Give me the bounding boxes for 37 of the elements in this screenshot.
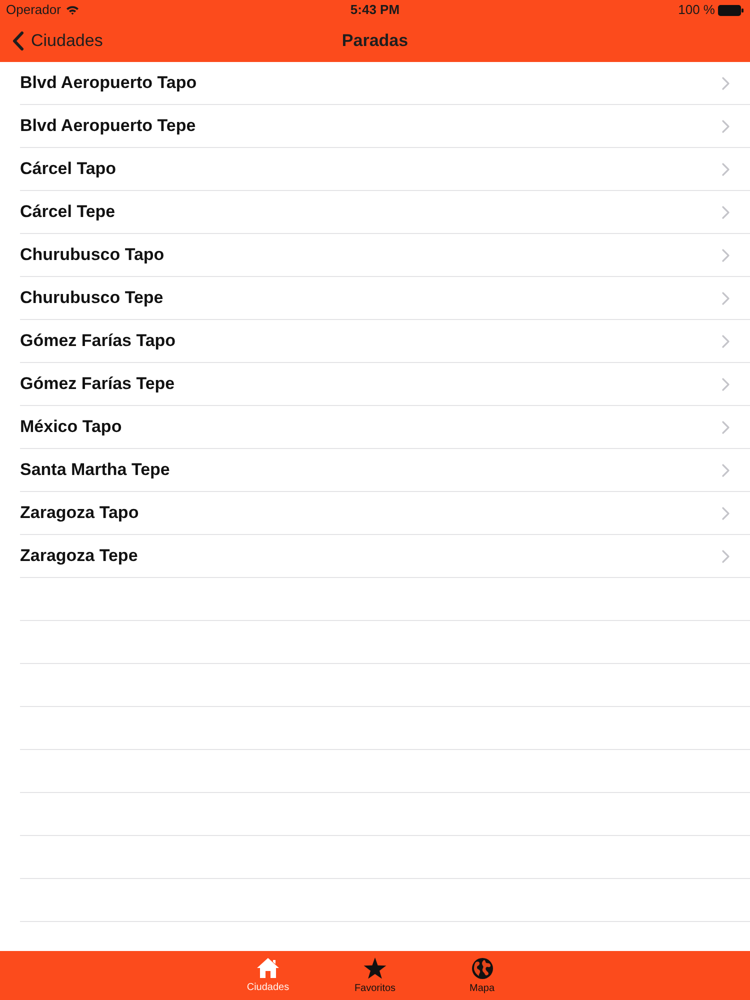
house-icon [256,957,280,979]
status-time: 5:43 PM [350,1,400,20]
stop-list-item[interactable]: Zaragoza Tepe [20,535,750,578]
carrier-name: Operador [6,1,61,20]
stop-list-item[interactable]: Santa Martha Tepe [20,449,750,492]
screen-title: Paradas [342,30,408,52]
chevron-right-icon [722,420,730,434]
chevron-right-icon [722,248,730,262]
chevron-right-icon [722,76,730,90]
wifi-icon [66,5,79,15]
stop-list-item[interactable]: Cárcel Tepe [20,191,750,234]
tab-bar-item[interactable]: Favoritos [322,951,428,1000]
chevron-right-icon [722,162,730,176]
stop-list-item[interactable]: Churubusco Tapo [20,234,750,277]
chevron-right-icon [722,550,730,562]
tab-bar-item[interactable]: Mapa [428,951,536,1000]
chevron-right-icon [722,464,730,476]
chevron-right-icon [722,506,730,520]
chevron-right-icon [722,292,730,304]
stop-list-item[interactable]: México Tapo [20,406,750,449]
stop-list-item[interactable]: Blvd Aeropuerto Tepe [20,105,750,148]
stop-list-item[interactable]: Cárcel Tapo [20,148,750,191]
chevron-left-icon [12,31,24,51]
chevron-right-icon [722,334,730,348]
chevron-right-icon [722,378,730,390]
back-button[interactable]: Ciudades [0,23,107,59]
globe-icon [470,957,494,980]
chevron-right-icon [722,120,730,132]
chevron-right-icon [722,206,730,218]
battery-icon [718,4,744,16]
stop-list-item[interactable]: Zaragoza Tapo [20,492,750,535]
star-icon [363,957,387,980]
stop-list-item[interactable]: Gómez Farías Tapo [20,320,750,363]
stop-list-item[interactable]: Gómez Farías Tepe [20,363,750,406]
battery-percentage: 100 % [678,1,715,20]
stop-list-item[interactable]: Blvd Aeropuerto Tapo [20,62,750,105]
stop-list-item[interactable]: Churubusco Tepe [20,277,750,320]
